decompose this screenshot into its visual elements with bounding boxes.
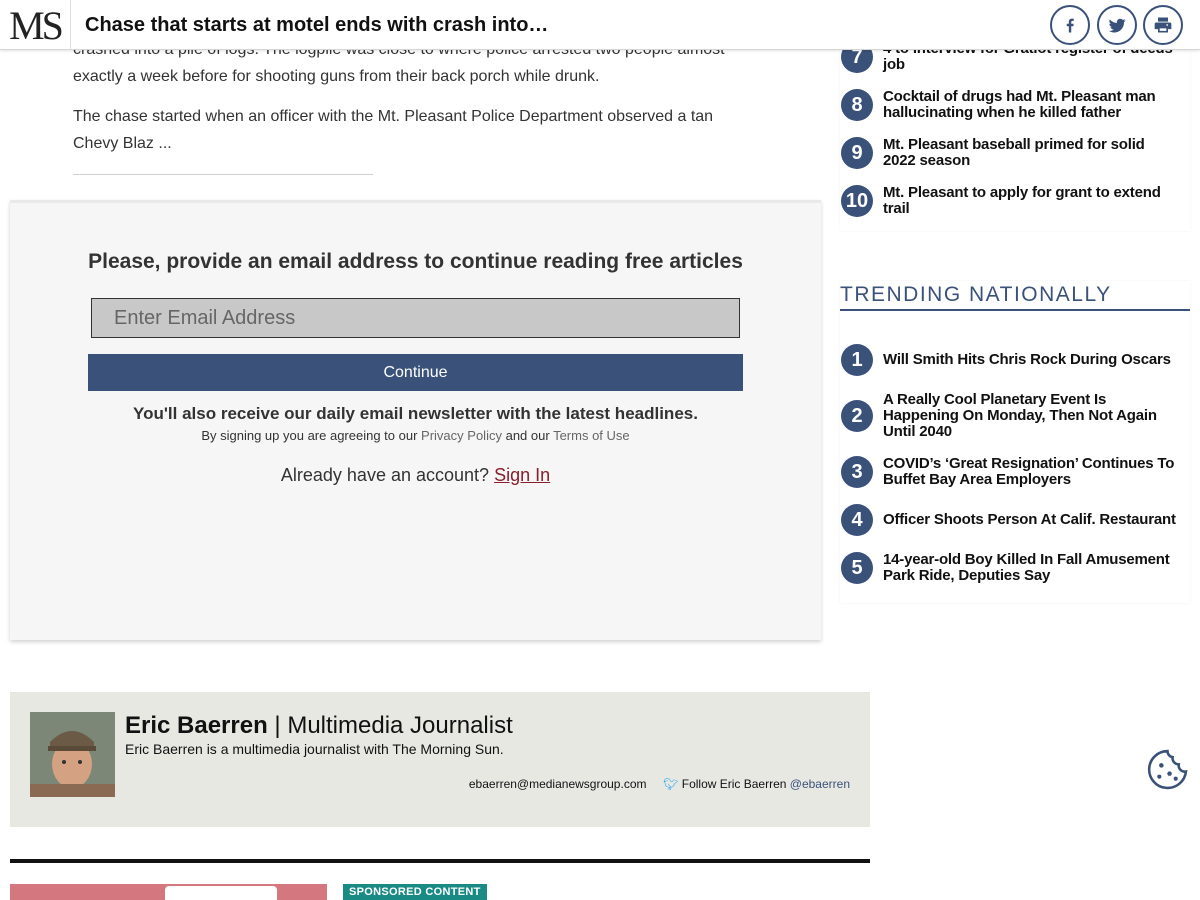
rank-badge: 2 bbox=[841, 400, 873, 432]
rank-badge: 4 bbox=[841, 504, 873, 536]
trending-title[interactable]: COVID’s ‘Great Resignation’ Continues To… bbox=[883, 456, 1187, 488]
article-line: exactly a week before for shooting guns … bbox=[73, 68, 600, 85]
newsletter-notice: You'll also receive our daily email news… bbox=[133, 404, 698, 423]
trending-card: TRENDING NATIONALLY 1 Will Smith Hits Ch… bbox=[840, 281, 1190, 603]
site-logo[interactable]: MS bbox=[0, 0, 71, 50]
email-gate: Please, provide an email address to cont… bbox=[10, 200, 821, 640]
terms-of-use-link[interactable]: Terms of Use bbox=[553, 428, 630, 443]
title-line: Cocktail of drugs had Mt. Pleasant man bbox=[883, 88, 1156, 105]
account-prompt: Already have an account? bbox=[280, 465, 490, 485]
author-name: Eric Baerren bbox=[125, 712, 268, 739]
most-read-title[interactable]: Cocktail of drugs had Mt. Pleasant man h… bbox=[883, 88, 1156, 121]
twitter-icon bbox=[1108, 18, 1126, 33]
author-contacts: ebaerren@medianewsgroup.com 🐦︎ Follow Er… bbox=[469, 777, 850, 791]
trending-item[interactable]: 3 COVID’s ‘Great Resignation’ Continues … bbox=[840, 456, 1190, 488]
rank-badge: 5 bbox=[841, 552, 873, 584]
author-box: Eric Baerren | Multimedia Journalist Eri… bbox=[10, 692, 870, 827]
article-paragraph: The chase started when an officer with t… bbox=[73, 108, 714, 152]
author-heading: Eric Baerren | Multimedia Journalist bbox=[125, 712, 513, 740]
title-line: trail bbox=[883, 200, 910, 217]
section-divider bbox=[10, 859, 870, 863]
author-email-link[interactable]: ebaerren@medianewsgroup.com bbox=[469, 777, 647, 791]
trending-item[interactable]: 4 Officer Shoots Person At Calif. Restau… bbox=[840, 504, 1190, 536]
continue-button[interactable]: Continue bbox=[88, 354, 743, 391]
twitter-share-button[interactable] bbox=[1097, 5, 1137, 45]
author-avatar bbox=[30, 712, 115, 797]
author-photo-icon bbox=[30, 712, 115, 797]
cookie-settings-icon[interactable] bbox=[1147, 749, 1188, 790]
rank-badge: 8 bbox=[841, 89, 873, 121]
signin-prompt: Already have an account? Sign In bbox=[10, 465, 821, 486]
author-bio: Eric Baerren is a multimedia journalist … bbox=[125, 741, 504, 757]
sponsored-thumbnail[interactable] bbox=[10, 884, 327, 900]
title-line: Mt. Pleasant to apply for grant to exten… bbox=[883, 184, 1161, 201]
gate-title: Please, provide an email address to cont… bbox=[88, 250, 743, 273]
trending-title[interactable]: Will Smith Hits Chris Rock During Oscars bbox=[883, 352, 1171, 368]
title-line: Mt. Pleasant baseball primed for solid bbox=[883, 136, 1145, 153]
author-separator: | bbox=[274, 712, 281, 739]
privacy-policy-link[interactable]: Privacy Policy bbox=[421, 428, 502, 443]
rank-badge: 9 bbox=[841, 137, 873, 169]
trending-title[interactable]: 14-year-old Boy Killed In Fall Amusement… bbox=[883, 552, 1187, 584]
title-line: hallucinating when he killed father bbox=[883, 104, 1122, 121]
sign-in-link[interactable]: Sign In bbox=[494, 465, 550, 485]
article-headline: Chase that starts at motel ends with cra… bbox=[85, 14, 549, 36]
twitter-handle-link[interactable]: @ebaerren bbox=[790, 777, 850, 791]
title-line: 2022 season bbox=[883, 152, 971, 169]
article-divider bbox=[73, 174, 373, 175]
trending-title[interactable]: A Really Cool Planetary Event Is Happeni… bbox=[883, 392, 1183, 440]
twitter-icon: 🐦︎ bbox=[663, 777, 679, 791]
facebook-icon bbox=[1066, 18, 1074, 33]
top-bar: MS Chase that starts at motel ends with … bbox=[0, 0, 1200, 50]
email-field[interactable] bbox=[91, 298, 740, 338]
most-read-title[interactable]: Mt. Pleasant baseball primed for solid 2… bbox=[883, 137, 1145, 169]
facebook-share-button[interactable] bbox=[1050, 5, 1090, 45]
trending-title[interactable]: Officer Shoots Person At Calif. Restaura… bbox=[883, 512, 1176, 528]
rank-badge: 10 bbox=[841, 185, 873, 217]
trending-heading: TRENDING NATIONALLY bbox=[840, 283, 1190, 311]
most-read-item[interactable]: 8 Cocktail of drugs had Mt. Pleasant man… bbox=[840, 89, 1190, 121]
most-read-item[interactable]: 9 Mt. Pleasant baseball primed for solid… bbox=[840, 137, 1190, 169]
most-read-title[interactable]: Mt. Pleasant to apply for grant to exten… bbox=[883, 185, 1161, 217]
trending-item[interactable]: 5 14-year-old Boy Killed In Fall Amuseme… bbox=[840, 552, 1190, 584]
rank-badge: 1 bbox=[841, 344, 873, 376]
agree-and: and our bbox=[505, 428, 550, 443]
printer-icon bbox=[1154, 17, 1172, 33]
author-role: Multimedia Journalist bbox=[287, 712, 513, 739]
most-read-item[interactable]: 10 Mt. Pleasant to apply for grant to ex… bbox=[840, 185, 1190, 217]
sponsored-tag: SPONSORED CONTENT bbox=[343, 884, 487, 900]
trending-item[interactable]: 2 A Really Cool Planetary Event Is Happe… bbox=[840, 392, 1190, 440]
terms-notice: By signing up you are agreeing to our Pr… bbox=[10, 428, 821, 443]
trending-item[interactable]: 1 Will Smith Hits Chris Rock During Osca… bbox=[840, 344, 1190, 376]
agree-prefix: By signing up you are agreeing to our bbox=[201, 428, 418, 443]
follow-text: Follow Eric Baerren bbox=[681, 777, 787, 791]
title-line: job bbox=[883, 56, 905, 73]
rank-badge: 3 bbox=[841, 456, 873, 488]
print-button[interactable] bbox=[1143, 5, 1183, 45]
thumbnail-badge bbox=[165, 886, 277, 900]
